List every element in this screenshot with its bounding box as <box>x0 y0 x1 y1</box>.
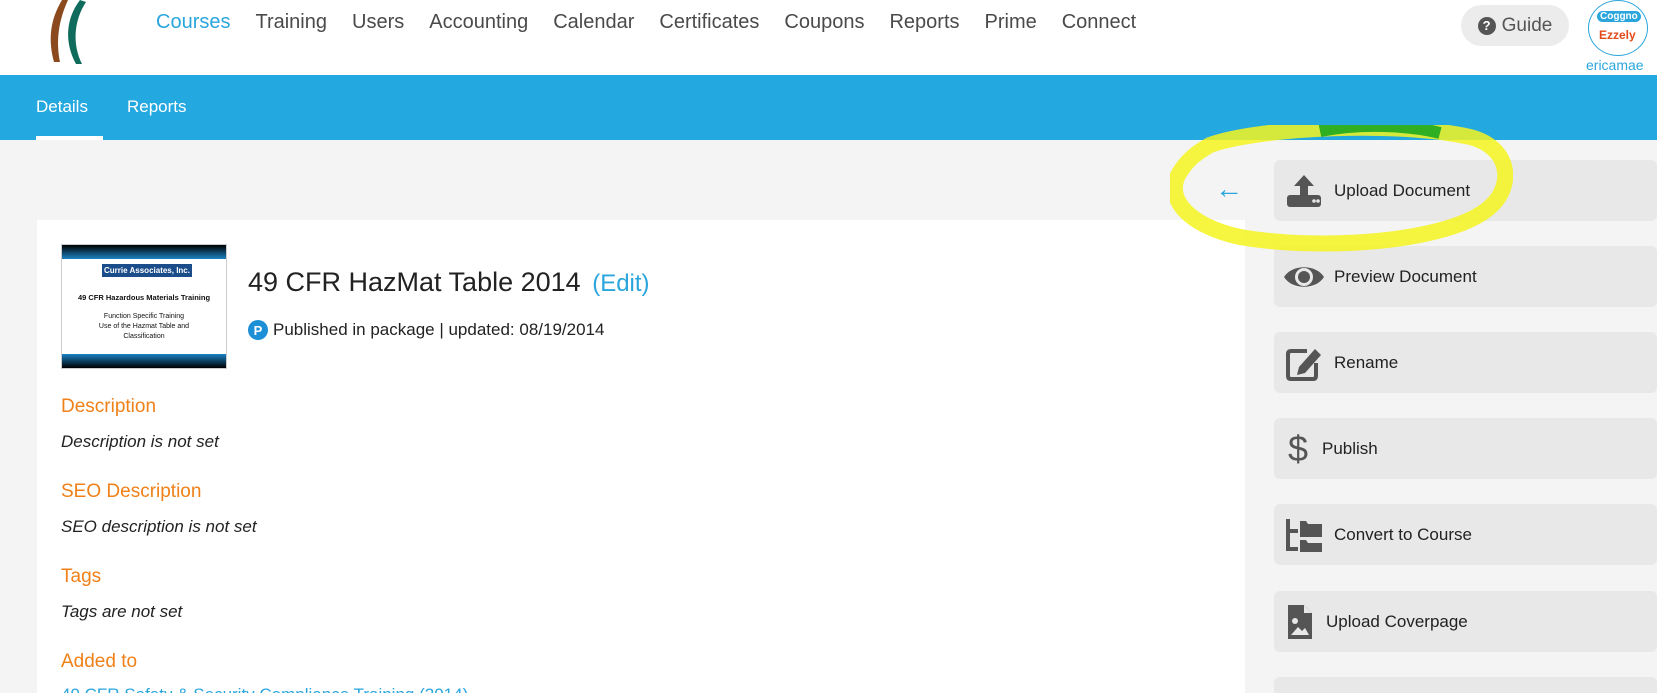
thumbnail-band-top <box>62 245 226 259</box>
nav-courses[interactable]: Courses <box>156 10 230 34</box>
seo-description-value: SEO description is not set <box>61 517 257 536</box>
description-value: Description is not set <box>61 432 219 451</box>
document-title: 49 CFR HazMat Table 2014 <box>248 267 581 297</box>
preview-document-label: Preview Document <box>1334 266 1477 286</box>
convert-to-course-label: Convert to Course <box>1334 524 1472 544</box>
nav-accounting[interactable]: Accounting <box>429 10 528 34</box>
preview-document-button[interactable]: Preview Document <box>1274 246 1657 307</box>
upload-icon <box>1274 160 1334 221</box>
seo-description-heading: SEO Description <box>61 481 202 502</box>
description-heading: Description <box>61 396 157 417</box>
convert-to-course-button[interactable]: Convert to Course <box>1274 504 1657 565</box>
upload-document-button[interactable]: Upload Document <box>1274 160 1657 221</box>
help-icon: ? <box>1477 16 1496 35</box>
thumbnail-company: Currie Associates, Inc. <box>102 264 192 277</box>
rename-label: Rename <box>1334 352 1399 372</box>
publish-label: Publish <box>1322 438 1378 458</box>
upload-coverpage-label: Upload Coverpage <box>1326 611 1468 631</box>
main-nav: Courses Training Users Accounting Calend… <box>156 10 1161 34</box>
dollar-icon: $ <box>1274 418 1322 479</box>
guide-button[interactable]: ? Guide <box>1461 5 1569 46</box>
tab-details[interactable]: Details <box>36 97 88 117</box>
active-tab-indicator <box>36 136 103 140</box>
thumbnail-line1: 49 CFR Hazardous Materials Training <box>77 293 211 302</box>
upload-document-label: Upload Document <box>1334 180 1471 200</box>
thumbnail-line2: Function Specific Training <box>103 313 185 320</box>
folder-tree-icon <box>1274 504 1334 565</box>
publish-status: P Published in package | updated: 08/19/… <box>248 320 604 340</box>
nav-prime[interactable]: Prime <box>985 10 1037 34</box>
thumbnail-line3: Use of the Hazmat Table and <box>98 323 190 330</box>
eye-icon <box>1274 246 1334 307</box>
more-action-button[interactable] <box>1274 677 1657 693</box>
tags-value: Tags are not set <box>61 602 183 621</box>
document-thumbnail: Currie Associates, Inc. 49 CFR Hazardous… <box>61 244 227 369</box>
status-text: Published in package | updated: 08/19/20… <box>273 320 605 339</box>
page-title: 49 CFR HazMat Table 2014 (Edit) <box>248 267 650 298</box>
avatar-brand-top: Coggno <box>1597 11 1641 22</box>
nav-users[interactable]: Users <box>352 10 404 34</box>
added-to-link[interactable]: 49 CFR Safety & Security Compliance Trai… <box>61 685 468 693</box>
nav-connect[interactable]: Connect <box>1062 10 1137 34</box>
top-navbar: Courses Training Users Accounting Calend… <box>0 0 1657 75</box>
file-image-icon <box>1274 591 1326 652</box>
sub-navbar: Details Reports <box>0 75 1657 140</box>
nav-calendar[interactable]: Calendar <box>553 10 634 34</box>
added-to-heading: Added to <box>61 651 138 672</box>
nav-training[interactable]: Training <box>255 10 327 34</box>
tab-reports[interactable]: Reports <box>127 97 187 117</box>
nav-reports[interactable]: Reports <box>889 10 959 34</box>
thumbnail-line4: Classification <box>123 333 165 340</box>
edit-icon <box>1274 332 1334 393</box>
rename-button[interactable]: Rename <box>1274 332 1657 393</box>
avatar[interactable]: Coggno Ezzely <box>1588 0 1648 56</box>
username[interactable]: ericamae <box>1586 57 1644 73</box>
edit-title-link[interactable]: (Edit) <box>592 270 649 297</box>
svg-text:$: $ <box>1288 430 1308 468</box>
thumbnail-band-bottom <box>62 354 226 368</box>
company-logo[interactable] <box>40 0 90 65</box>
published-badge-icon: P <box>248 320 268 340</box>
document-details-card: Currie Associates, Inc. 49 CFR Hazardous… <box>37 220 1245 693</box>
upload-coverpage-button[interactable]: Upload Coverpage <box>1274 591 1657 652</box>
tags-heading: Tags <box>61 566 102 587</box>
nav-certificates[interactable]: Certificates <box>659 10 759 34</box>
back-arrow-icon[interactable]: ← <box>1215 175 1243 203</box>
nav-coupons[interactable]: Coupons <box>784 10 864 34</box>
publish-button[interactable]: $ Publish <box>1274 418 1657 479</box>
avatar-brand-bottom: Ezzely <box>1599 28 1636 42</box>
guide-label: Guide <box>1501 14 1553 36</box>
